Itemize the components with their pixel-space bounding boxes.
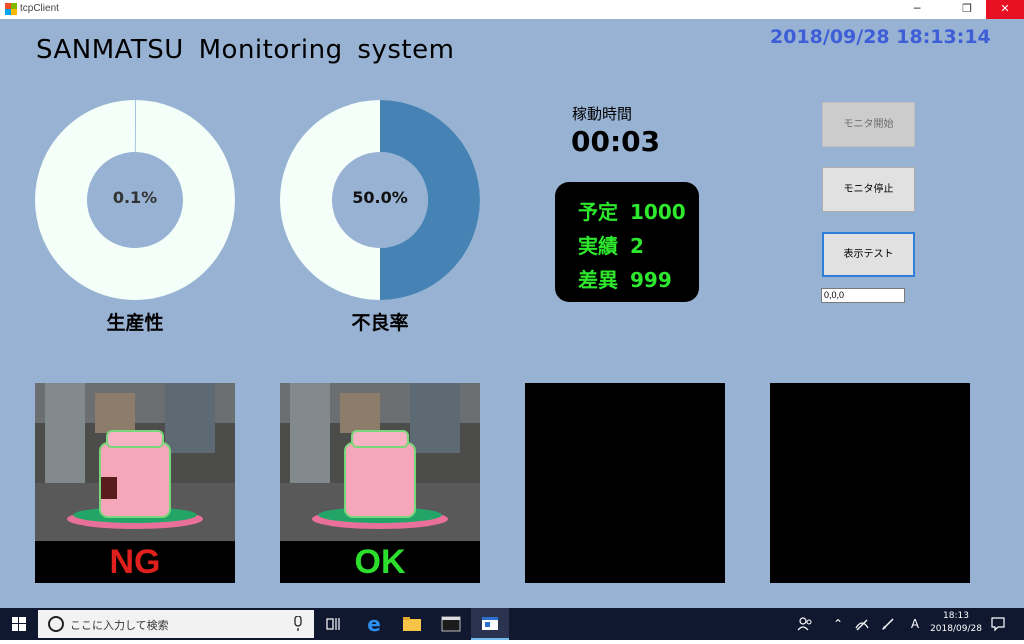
cortana-circle-icon — [46, 614, 66, 634]
task-view-icon — [314, 608, 352, 640]
restore-button[interactable]: ❐ — [952, 0, 982, 19]
edge-browser-icon: e — [355, 608, 393, 640]
camera-panel-2: OK — [280, 383, 480, 583]
page-title: SANMATSU Monitoring system — [36, 35, 454, 65]
ime-indicator[interactable]: A — [905, 608, 925, 640]
show-hidden-icons-chevron-icon[interactable]: ⌃ — [828, 608, 848, 640]
clock-time: 18:13 — [927, 610, 985, 623]
taskbar-edge[interactable]: e — [355, 608, 393, 640]
windows-taskbar: ここに入力して検索 e — [0, 608, 1024, 640]
taskbar-console[interactable] — [432, 608, 470, 640]
productivity-gauge: 0.1% — [35, 100, 235, 300]
people-glyph — [797, 616, 813, 632]
console-window-icon — [432, 608, 470, 640]
taskbar-clock[interactable]: 18:13 2018/09/28 — [927, 610, 985, 636]
camera-1-result: NG — [35, 541, 235, 583]
productivity-label: 生産性 — [35, 308, 235, 335]
actual-value: 2 — [630, 234, 644, 258]
network-icon[interactable] — [852, 608, 872, 640]
taskbar-tcpclient[interactable] — [471, 608, 509, 640]
camera-panel-4 — [770, 383, 970, 583]
camera-panel-3 — [525, 383, 725, 583]
camera-panel-1: NG — [35, 383, 235, 583]
planned-value: 1000 — [630, 200, 686, 224]
microphone-icon[interactable] — [292, 616, 304, 632]
task-view-button[interactable] — [314, 608, 352, 640]
svg-text:e: e — [367, 612, 381, 636]
camera-2-image — [280, 383, 480, 541]
camera-2-result: OK — [280, 541, 480, 583]
planned-label: 予定 — [578, 200, 618, 224]
counter-row-planned: 予定 1000 — [578, 196, 686, 225]
minimize-button[interactable]: ─ — [902, 0, 932, 19]
network-glyph — [854, 616, 870, 632]
actual-label: 実績 — [578, 234, 618, 258]
display-test-button[interactable]: 表示テスト — [822, 232, 915, 277]
window-title: tcpClient — [20, 3, 59, 14]
production-counter-panel: 予定 1000 実績 2 差異 999 — [555, 182, 699, 302]
defect-rate-gauge: 50.0% — [280, 100, 480, 300]
app-window-icon — [471, 608, 509, 640]
defect-rate-value: 50.0% — [280, 188, 480, 207]
test-value-input[interactable]: 0,0,0 — [821, 288, 905, 303]
stop-monitor-button[interactable]: モニタ停止 — [822, 167, 915, 212]
difference-value: 999 — [630, 268, 672, 292]
start-button[interactable] — [0, 608, 38, 640]
start-monitor-button[interactable]: モニタ開始 — [822, 102, 915, 147]
productivity-value: 0.1% — [35, 188, 235, 207]
pen-workspace-icon[interactable] — [878, 608, 898, 640]
action-center-icon[interactable] — [988, 608, 1008, 640]
counter-row-actual: 実績 2 — [578, 230, 644, 259]
counter-row-difference: 差異 999 — [578, 264, 672, 293]
clock-date: 2018/09/28 — [927, 623, 985, 636]
camera-1-image — [35, 383, 235, 541]
windows-logo-icon — [0, 608, 38, 640]
current-datetime: 2018/09/28 18:13:14 — [770, 26, 991, 48]
runtime-label: 稼動時間 — [572, 103, 632, 124]
app-icon — [5, 3, 17, 15]
close-button[interactable]: ✕ — [986, 0, 1024, 19]
notification-glyph — [990, 616, 1006, 632]
defect-rate-label: 不良率 — [280, 308, 480, 335]
difference-label: 差異 — [578, 268, 618, 292]
taskbar-search-box[interactable]: ここに入力して検索 — [38, 610, 314, 638]
people-icon[interactable] — [794, 608, 816, 640]
app-client-area: SANMATSU Monitoring system 2018/09/28 18… — [0, 19, 1024, 608]
folder-icon — [393, 608, 431, 640]
window-titlebar: tcpClient ─ ❐ ✕ — [0, 0, 1024, 20]
pen-glyph — [880, 616, 896, 632]
taskbar-file-explorer[interactable] — [393, 608, 431, 640]
runtime-value: 00:03 — [571, 125, 660, 158]
search-placeholder: ここに入力して検索 — [70, 617, 169, 633]
